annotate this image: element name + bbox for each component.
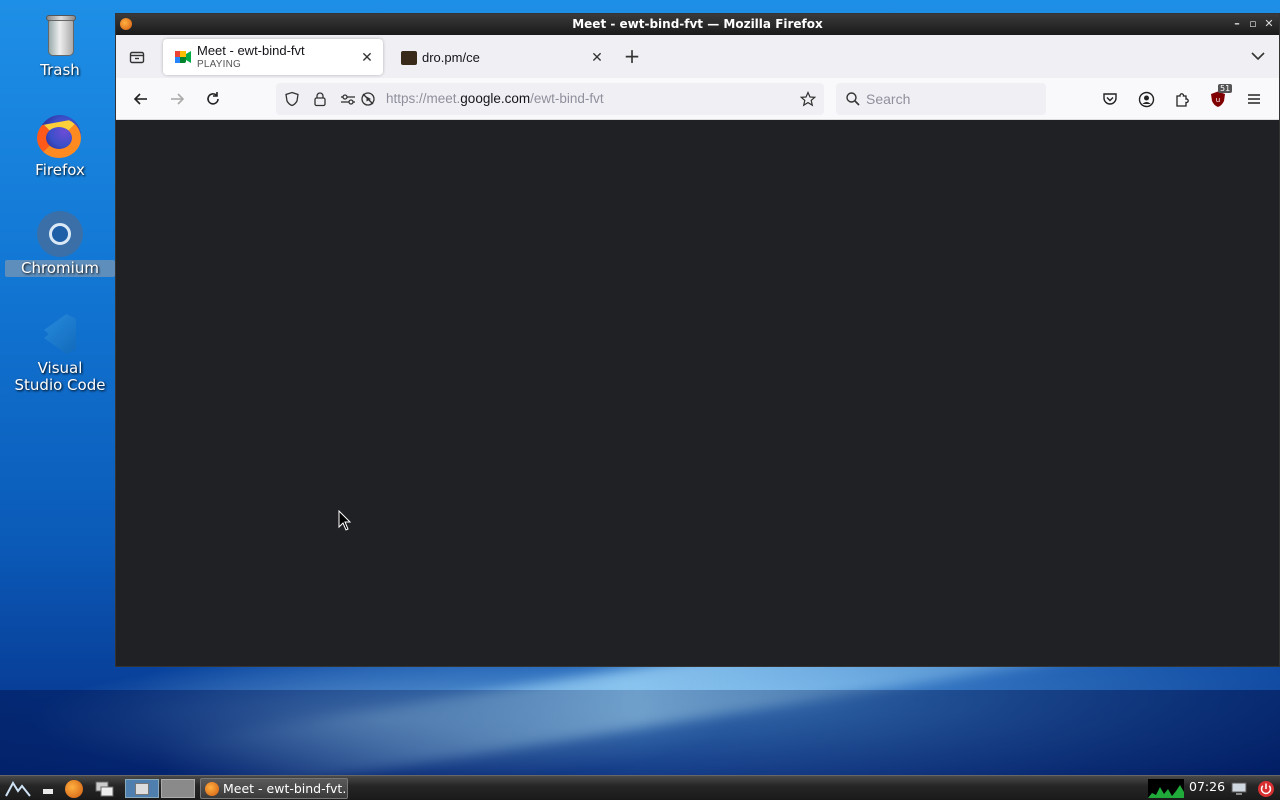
firefox-window: Meet - ewt-bind-fvt — Mozilla Firefox – … (115, 13, 1280, 667)
chromium-icon (36, 210, 84, 258)
tab-dro[interactable]: dro.pm/ce ✕ (393, 39, 613, 75)
hamburger-menu-icon (1248, 94, 1260, 104)
desktop-icon-firefox[interactable]: Firefox (5, 112, 115, 179)
vscode-icon (36, 310, 84, 358)
puzzle-piece-icon (1175, 92, 1189, 107)
windows-stack-icon (95, 781, 114, 796)
search-icon (846, 92, 860, 106)
search-input[interactable] (866, 90, 1036, 108)
network-indicator[interactable] (1228, 779, 1250, 798)
taskbar-window-firefox[interactable]: Meet - ewt-bind-fvt... (200, 778, 348, 799)
url-scheme: https://meet. (386, 91, 461, 106)
lxde-logo-icon (5, 780, 31, 797)
firefox-view-icon (129, 51, 145, 64)
close-window-button[interactable]: ✕ (1263, 14, 1275, 34)
maximize-button[interactable]: ▫ (1247, 14, 1259, 34)
arrow-left-icon (133, 93, 147, 105)
mouse-pointer-icon (338, 510, 352, 531)
tracking-protection-shield-icon[interactable] (284, 91, 300, 107)
list-all-tabs-button[interactable] (1249, 47, 1267, 65)
desktop-icon-label: Trash (40, 61, 80, 79)
firefox-icon (36, 112, 84, 160)
bookmark-star-icon[interactable] (800, 91, 816, 107)
url-path: /ewt-bind-fvt (530, 91, 604, 106)
desktop-icon-vscode[interactable]: Visual Studio Code (5, 310, 115, 394)
google-meet-icon (175, 51, 191, 63)
trash-icon (36, 12, 84, 60)
svg-text:u: u (1216, 96, 1220, 104)
tab-title: dro.pm/ce (422, 50, 480, 65)
workspace-1[interactable] (125, 779, 159, 798)
extensions-button[interactable] (1170, 87, 1194, 111)
firefox-app-icon[interactable] (120, 18, 132, 30)
taskbar-firefox-launcher[interactable] (62, 779, 86, 798)
tab-playing-label: PLAYING (197, 59, 242, 70)
page-content[interactable] (116, 120, 1279, 666)
firefox-icon (65, 779, 83, 798)
desktop-icon-trash[interactable]: Trash (5, 12, 115, 79)
show-desktop-button[interactable] (38, 779, 58, 798)
url-text[interactable]: https://meet.google.com/ewt-bind-fvt (386, 91, 604, 106)
tab-bar: Meet - ewt-bind-fvt PLAYING ✕ dro.pm/ce … (116, 35, 1279, 78)
arrow-right-icon (171, 93, 185, 105)
reload-icon (207, 92, 219, 105)
taskbar: Meet - ewt-bind-fvt... 07:26 (0, 775, 1280, 800)
wallpaper-shade (0, 690, 1280, 775)
close-tab-button[interactable]: ✕ (589, 49, 605, 65)
pocket-icon (1103, 93, 1117, 105)
taskbar-window-label: Meet - ewt-bind-fvt... (223, 781, 348, 796)
minimize-all-icon (43, 788, 53, 794)
forward-button[interactable] (164, 87, 190, 111)
desktop-icon-label: Visual Studio Code (14, 359, 106, 394)
firefox-icon (205, 782, 219, 796)
back-button[interactable] (128, 87, 154, 111)
window-title: Meet - ewt-bind-fvt — Mozilla Firefox (572, 17, 823, 31)
lock-icon[interactable] (312, 91, 328, 107)
new-tab-button[interactable]: + (621, 45, 643, 69)
cpu-monitor (1148, 779, 1184, 798)
clock[interactable]: 07:26 (1189, 779, 1225, 794)
url-bar[interactable]: https://meet.google.com/ewt-bind-fvt (276, 83, 824, 115)
network-monitor-icon (1231, 782, 1247, 795)
account-icon (1138, 91, 1154, 107)
autoplay-blocked-icon[interactable] (360, 91, 376, 107)
logout-button[interactable] (1255, 779, 1277, 798)
ublock-badge: 51 (1218, 84, 1233, 93)
close-tab-button[interactable]: ✕ (359, 49, 375, 65)
url-host: google.com (460, 91, 531, 106)
navigation-toolbar: https://meet.google.com/ewt-bind-fvt Sea… (116, 78, 1279, 120)
desktop-icon-label: Firefox (35, 161, 85, 179)
desktop-icon-label: Chromium (5, 260, 115, 277)
app-menu-button[interactable] (1242, 87, 1266, 111)
start-menu-button[interactable] (4, 779, 32, 798)
account-button[interactable] (1134, 87, 1158, 111)
window-titlebar[interactable]: Meet - ewt-bind-fvt — Mozilla Firefox – … (116, 14, 1279, 35)
taskbar-file-manager-launcher[interactable] (92, 779, 118, 798)
workspace-2[interactable] (161, 779, 195, 798)
search-bar[interactable] (836, 83, 1046, 115)
tab-meet[interactable]: Meet - ewt-bind-fvt PLAYING ✕ (163, 39, 383, 75)
desktop-icon-chromium[interactable]: Chromium (5, 210, 115, 277)
minimize-button[interactable]: – (1231, 14, 1243, 34)
workspace-window-icon (135, 782, 149, 795)
firefox-view-button[interactable] (122, 43, 152, 71)
power-icon (1258, 780, 1274, 797)
reload-button[interactable] (200, 87, 226, 111)
dro-favicon-icon (401, 51, 417, 65)
pocket-button[interactable] (1098, 87, 1122, 111)
ublock-origin-button[interactable]: u 51 (1206, 84, 1233, 111)
chevron-down-icon (1251, 52, 1265, 61)
permissions-icon[interactable] (340, 91, 356, 107)
tab-title: Meet - ewt-bind-fvt (197, 43, 305, 58)
cpu-graph-icon (1148, 785, 1184, 798)
